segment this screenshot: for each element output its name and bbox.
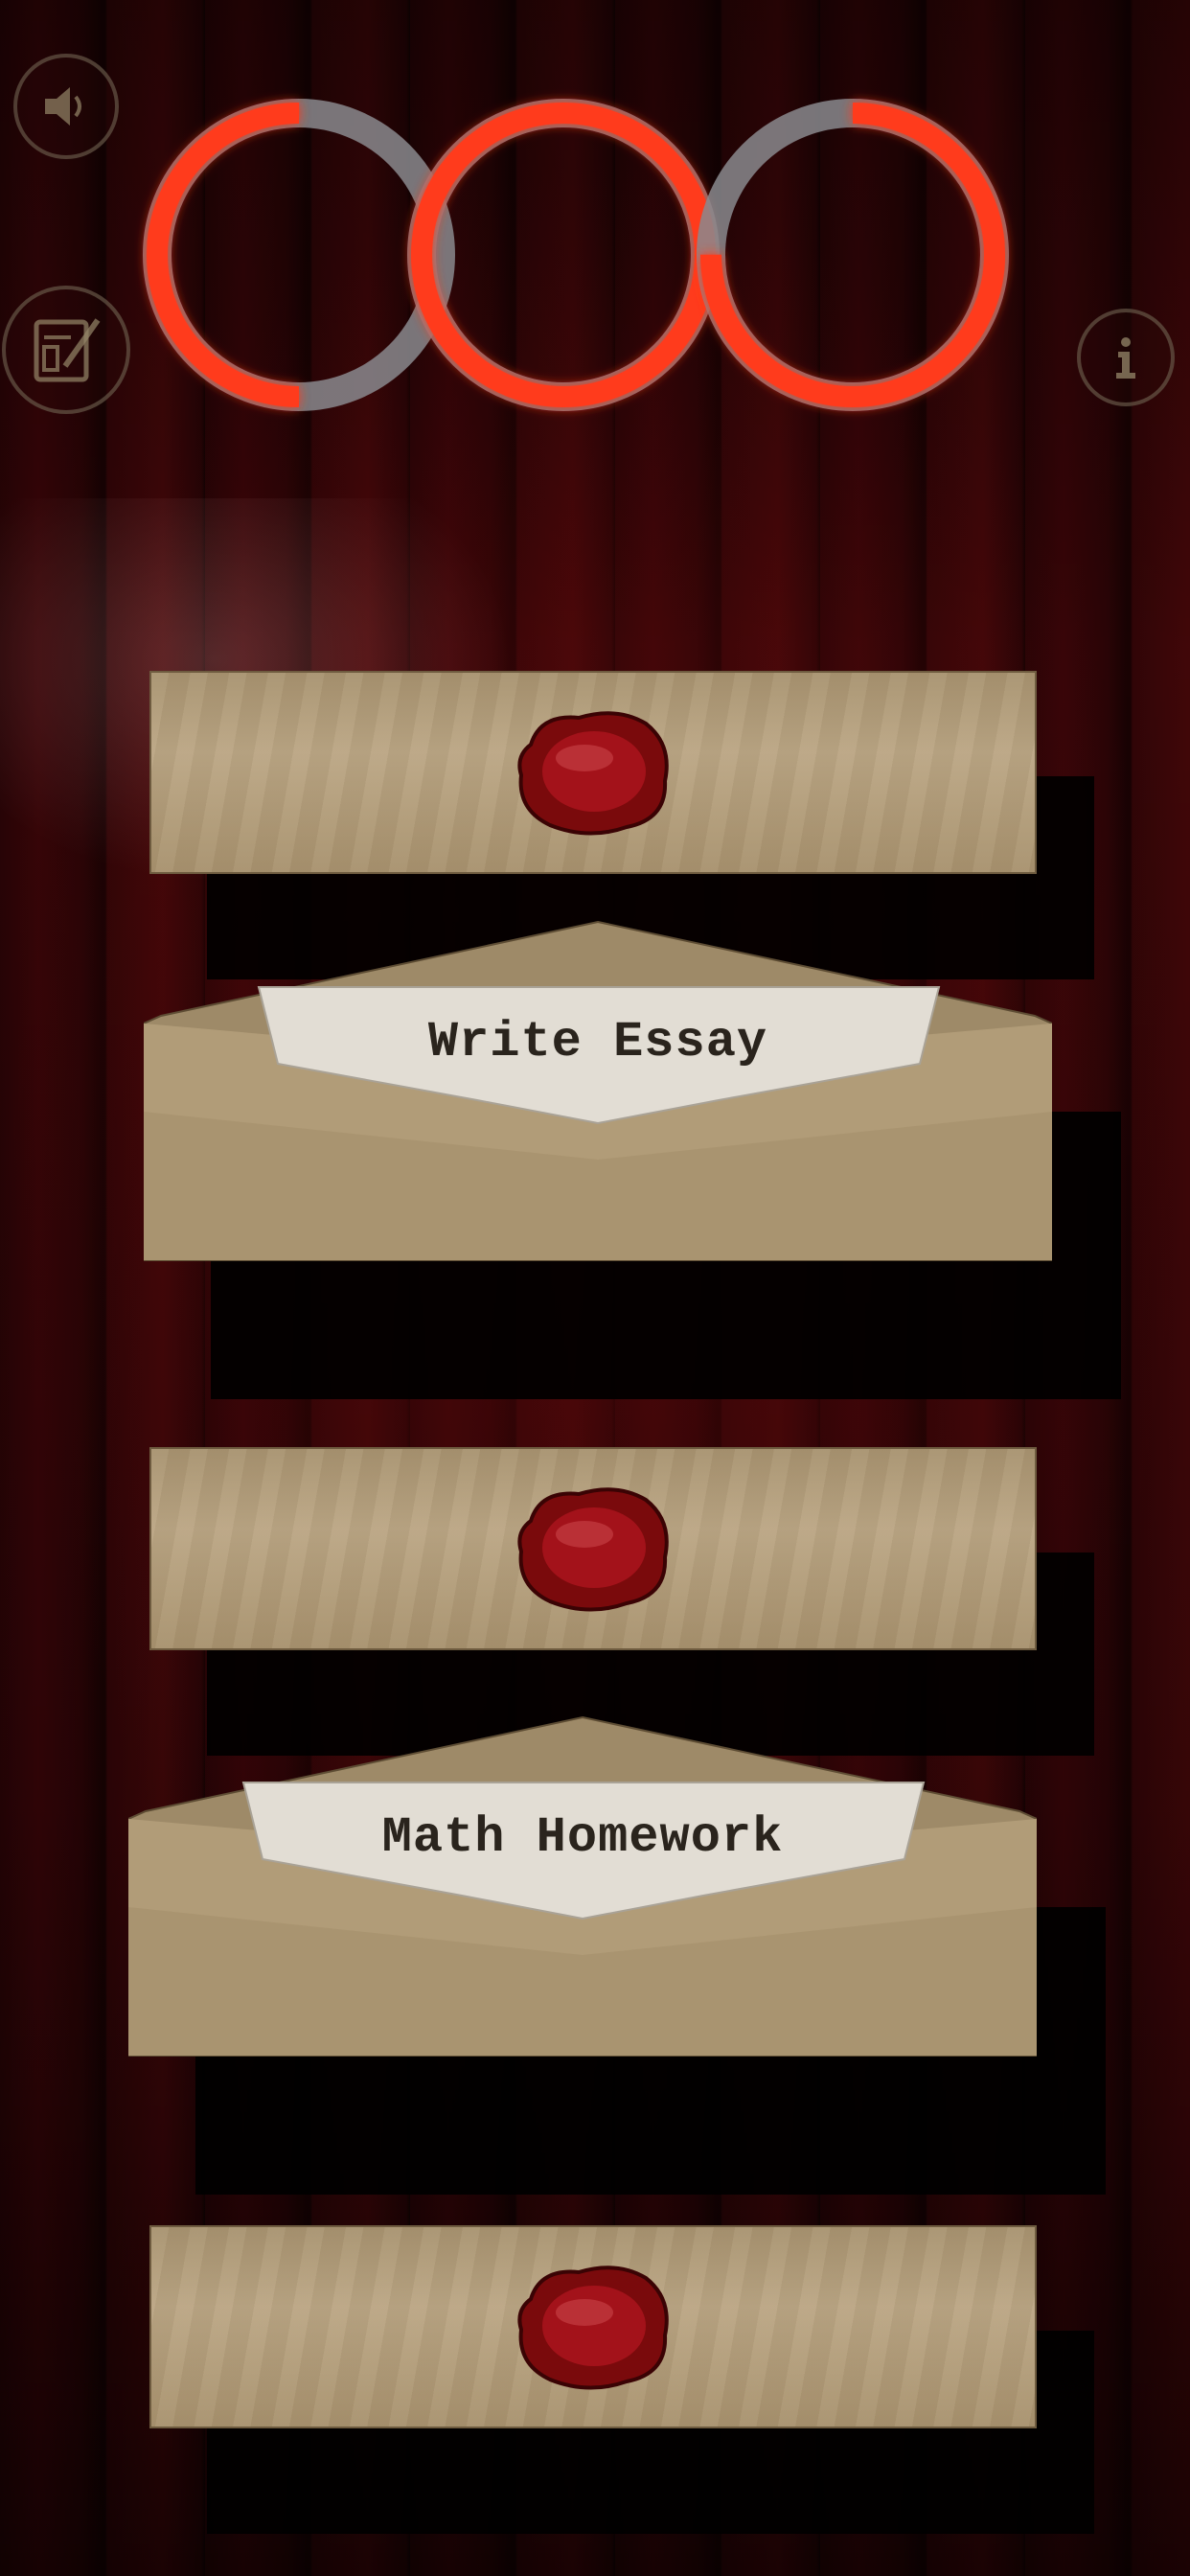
info-button[interactable] bbox=[1077, 309, 1175, 406]
info-icon bbox=[1116, 337, 1135, 379]
sound-toggle-button[interactable] bbox=[13, 54, 119, 159]
speaker-icon bbox=[45, 87, 81, 126]
task-label: Math Homework bbox=[381, 1809, 784, 1866]
wax-seal-icon bbox=[517, 711, 669, 836]
notepad-pencil-icon bbox=[34, 318, 101, 382]
envelope-body bbox=[128, 1715, 1037, 2057]
sealed-task-drawer[interactable] bbox=[149, 1447, 1037, 1650]
wax-seal-icon bbox=[517, 2266, 669, 2390]
ring-middle-progress bbox=[411, 103, 716, 407]
envelope-body bbox=[144, 920, 1052, 1261]
progress-rings bbox=[143, 99, 1009, 411]
wax-seal-icon bbox=[517, 1487, 669, 1612]
sealed-task-drawer[interactable] bbox=[149, 671, 1037, 874]
open-task-envelope[interactable]: Math Homework bbox=[128, 1715, 1037, 2060]
task-label: Write Essay bbox=[427, 1014, 768, 1070]
sealed-task-drawer[interactable] bbox=[149, 2225, 1037, 2428]
open-task-envelope[interactable]: Write Essay bbox=[144, 920, 1052, 1265]
notes-button[interactable] bbox=[2, 286, 130, 414]
